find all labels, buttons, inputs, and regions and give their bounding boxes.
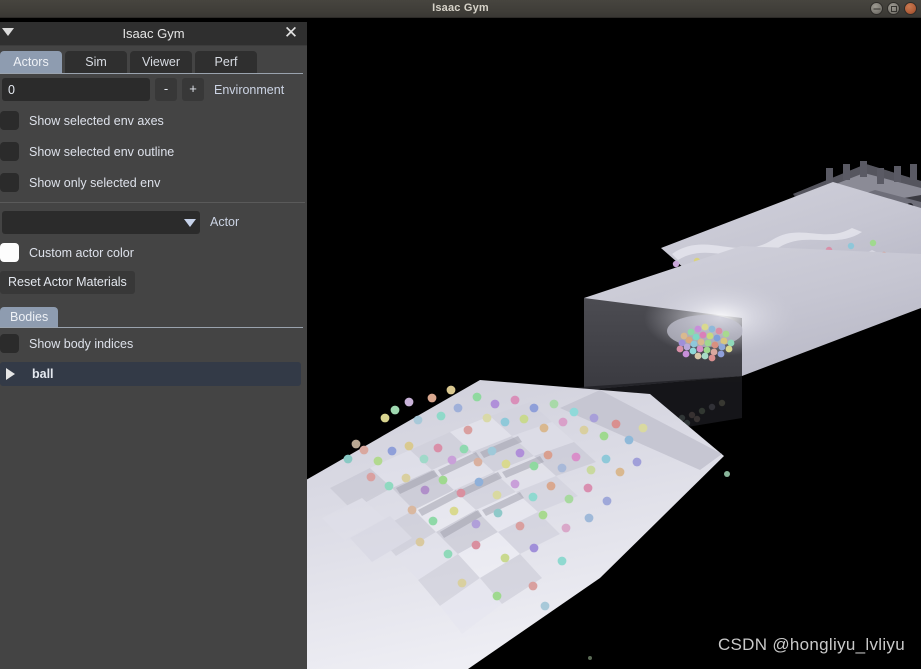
environment-label: Environment xyxy=(214,82,285,97)
label-custom-actor-color: Custom actor color xyxy=(29,245,134,260)
tab-sim[interactable]: Sim xyxy=(65,51,127,73)
panel-close-icon[interactable]: ✕ xyxy=(281,22,301,45)
os-window-title: Isaac Gym xyxy=(432,2,489,14)
tab-actors[interactable]: Actors xyxy=(0,51,62,73)
bodies-section-tabs: Bodies xyxy=(0,305,307,327)
tree-item-ball[interactable]: ball xyxy=(0,362,301,386)
tab-bodies[interactable]: Bodies xyxy=(0,307,59,327)
environment-input[interactable] xyxy=(2,78,150,101)
os-window-controls xyxy=(870,2,917,15)
panel-titlebar: Isaac Gym ✕ xyxy=(0,22,307,46)
checkbox-show-body-indices[interactable] xyxy=(0,334,19,353)
custom-actor-color-row[interactable]: Custom actor color xyxy=(0,237,307,268)
stray-ball xyxy=(724,471,730,477)
show-body-indices-row[interactable]: Show body indices xyxy=(0,328,307,359)
app-root: Isaac Gym CSDN @hongliyu_lvliyu Isaac Gy… xyxy=(0,0,921,669)
checkbox-row-env-outline[interactable]: Show selected env outline xyxy=(0,136,307,167)
isaac-gym-panel: Isaac Gym ✕ Actors Sim Viewer Perf - + E… xyxy=(0,22,307,669)
checkbox-show-selected-env-axes[interactable] xyxy=(0,111,19,130)
actor-dropdown-row: Actor xyxy=(0,207,307,237)
environment-increment-button[interactable]: + xyxy=(182,78,204,101)
tree-item-ball-label: ball xyxy=(32,367,54,381)
maximize-icon[interactable] xyxy=(887,2,900,15)
checkbox-row-env-axes[interactable]: Show selected env axes xyxy=(0,105,307,136)
os-titlebar: Isaac Gym xyxy=(0,0,921,18)
actor-dropdown[interactable] xyxy=(2,210,200,234)
minimize-icon[interactable] xyxy=(870,2,883,15)
actor-dropdown-label: Actor xyxy=(210,215,240,229)
panel-title: Isaac Gym xyxy=(122,26,185,41)
environment-decrement-button[interactable]: - xyxy=(155,78,177,101)
checkbox-custom-actor-color[interactable] xyxy=(0,243,19,262)
checkbox-row-only-selected-env[interactable]: Show only selected env xyxy=(0,167,307,198)
triangle-right-icon[interactable] xyxy=(6,368,15,380)
stray-ball xyxy=(588,656,592,660)
label-show-only-selected-env: Show only selected env xyxy=(29,175,161,190)
panel-tabs: Actors Sim Viewer Perf xyxy=(0,49,307,73)
tab-perf[interactable]: Perf xyxy=(195,51,257,73)
panel-divider xyxy=(0,202,305,203)
watermark-text: CSDN @hongliyu_lvliyu xyxy=(717,635,905,654)
label-show-body-indices: Show body indices xyxy=(29,336,134,351)
reset-actor-materials-button[interactable]: Reset Actor Materials xyxy=(0,271,135,294)
checkbox-show-only-selected-env[interactable] xyxy=(0,173,19,192)
chevron-down-icon[interactable] xyxy=(184,218,196,227)
label-show-selected-env-outline: Show selected env outline xyxy=(29,144,175,159)
close-icon[interactable] xyxy=(904,2,917,15)
environment-row: - + Environment xyxy=(0,74,307,105)
label-show-selected-env-axes: Show selected env axes xyxy=(29,113,164,128)
checkbox-show-selected-env-outline[interactable] xyxy=(0,142,19,161)
tab-viewer[interactable]: Viewer xyxy=(130,51,192,73)
